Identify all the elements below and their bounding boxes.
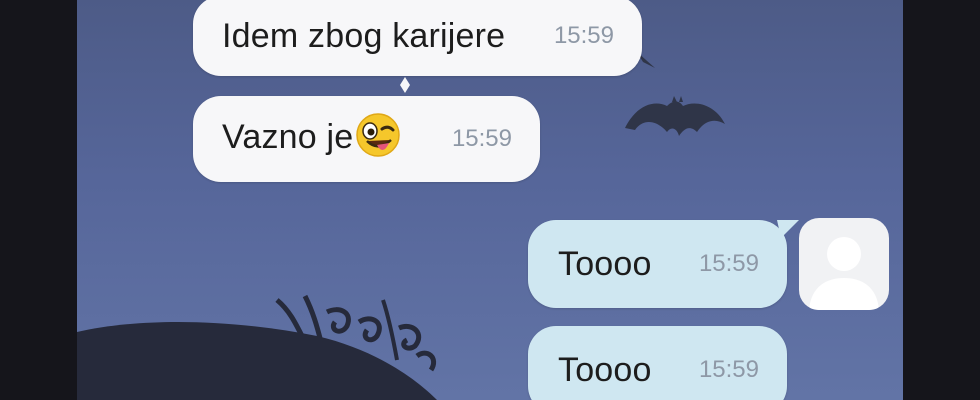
message-text: Toooo <box>558 350 652 389</box>
bubble-connector <box>400 77 410 93</box>
message-bubble-incoming[interactable]: Vazno je 15:59 <box>193 96 540 182</box>
message-text: Idem zbog karijere <box>222 16 506 55</box>
hill-silhouette <box>77 294 437 400</box>
bubble-tail <box>777 220 799 238</box>
bat-icon <box>625 96 725 136</box>
message-timestamp: 15:59 <box>698 250 759 277</box>
message-timestamp: 15:59 <box>451 125 512 152</box>
message-bubble-outgoing[interactable]: Toooo 15:59 <box>528 220 787 308</box>
message-timestamp: 15:59 <box>553 22 614 49</box>
winking-tongue-emoji <box>356 113 401 157</box>
avatar[interactable] <box>799 218 889 310</box>
message-text: Vazno je <box>222 113 401 162</box>
message-bubble-incoming[interactable]: Idem zbog karijere 15:59 <box>193 0 642 76</box>
message-text: Toooo <box>558 244 652 283</box>
user-avatar-icon <box>809 237 879 310</box>
message-timestamp: 15:59 <box>698 356 759 383</box>
chat-screen: Idem zbog karijere 15:59 Vazno je 15:59 … <box>77 0 903 400</box>
message-bubble-outgoing[interactable]: Toooo 15:59 <box>528 326 787 400</box>
